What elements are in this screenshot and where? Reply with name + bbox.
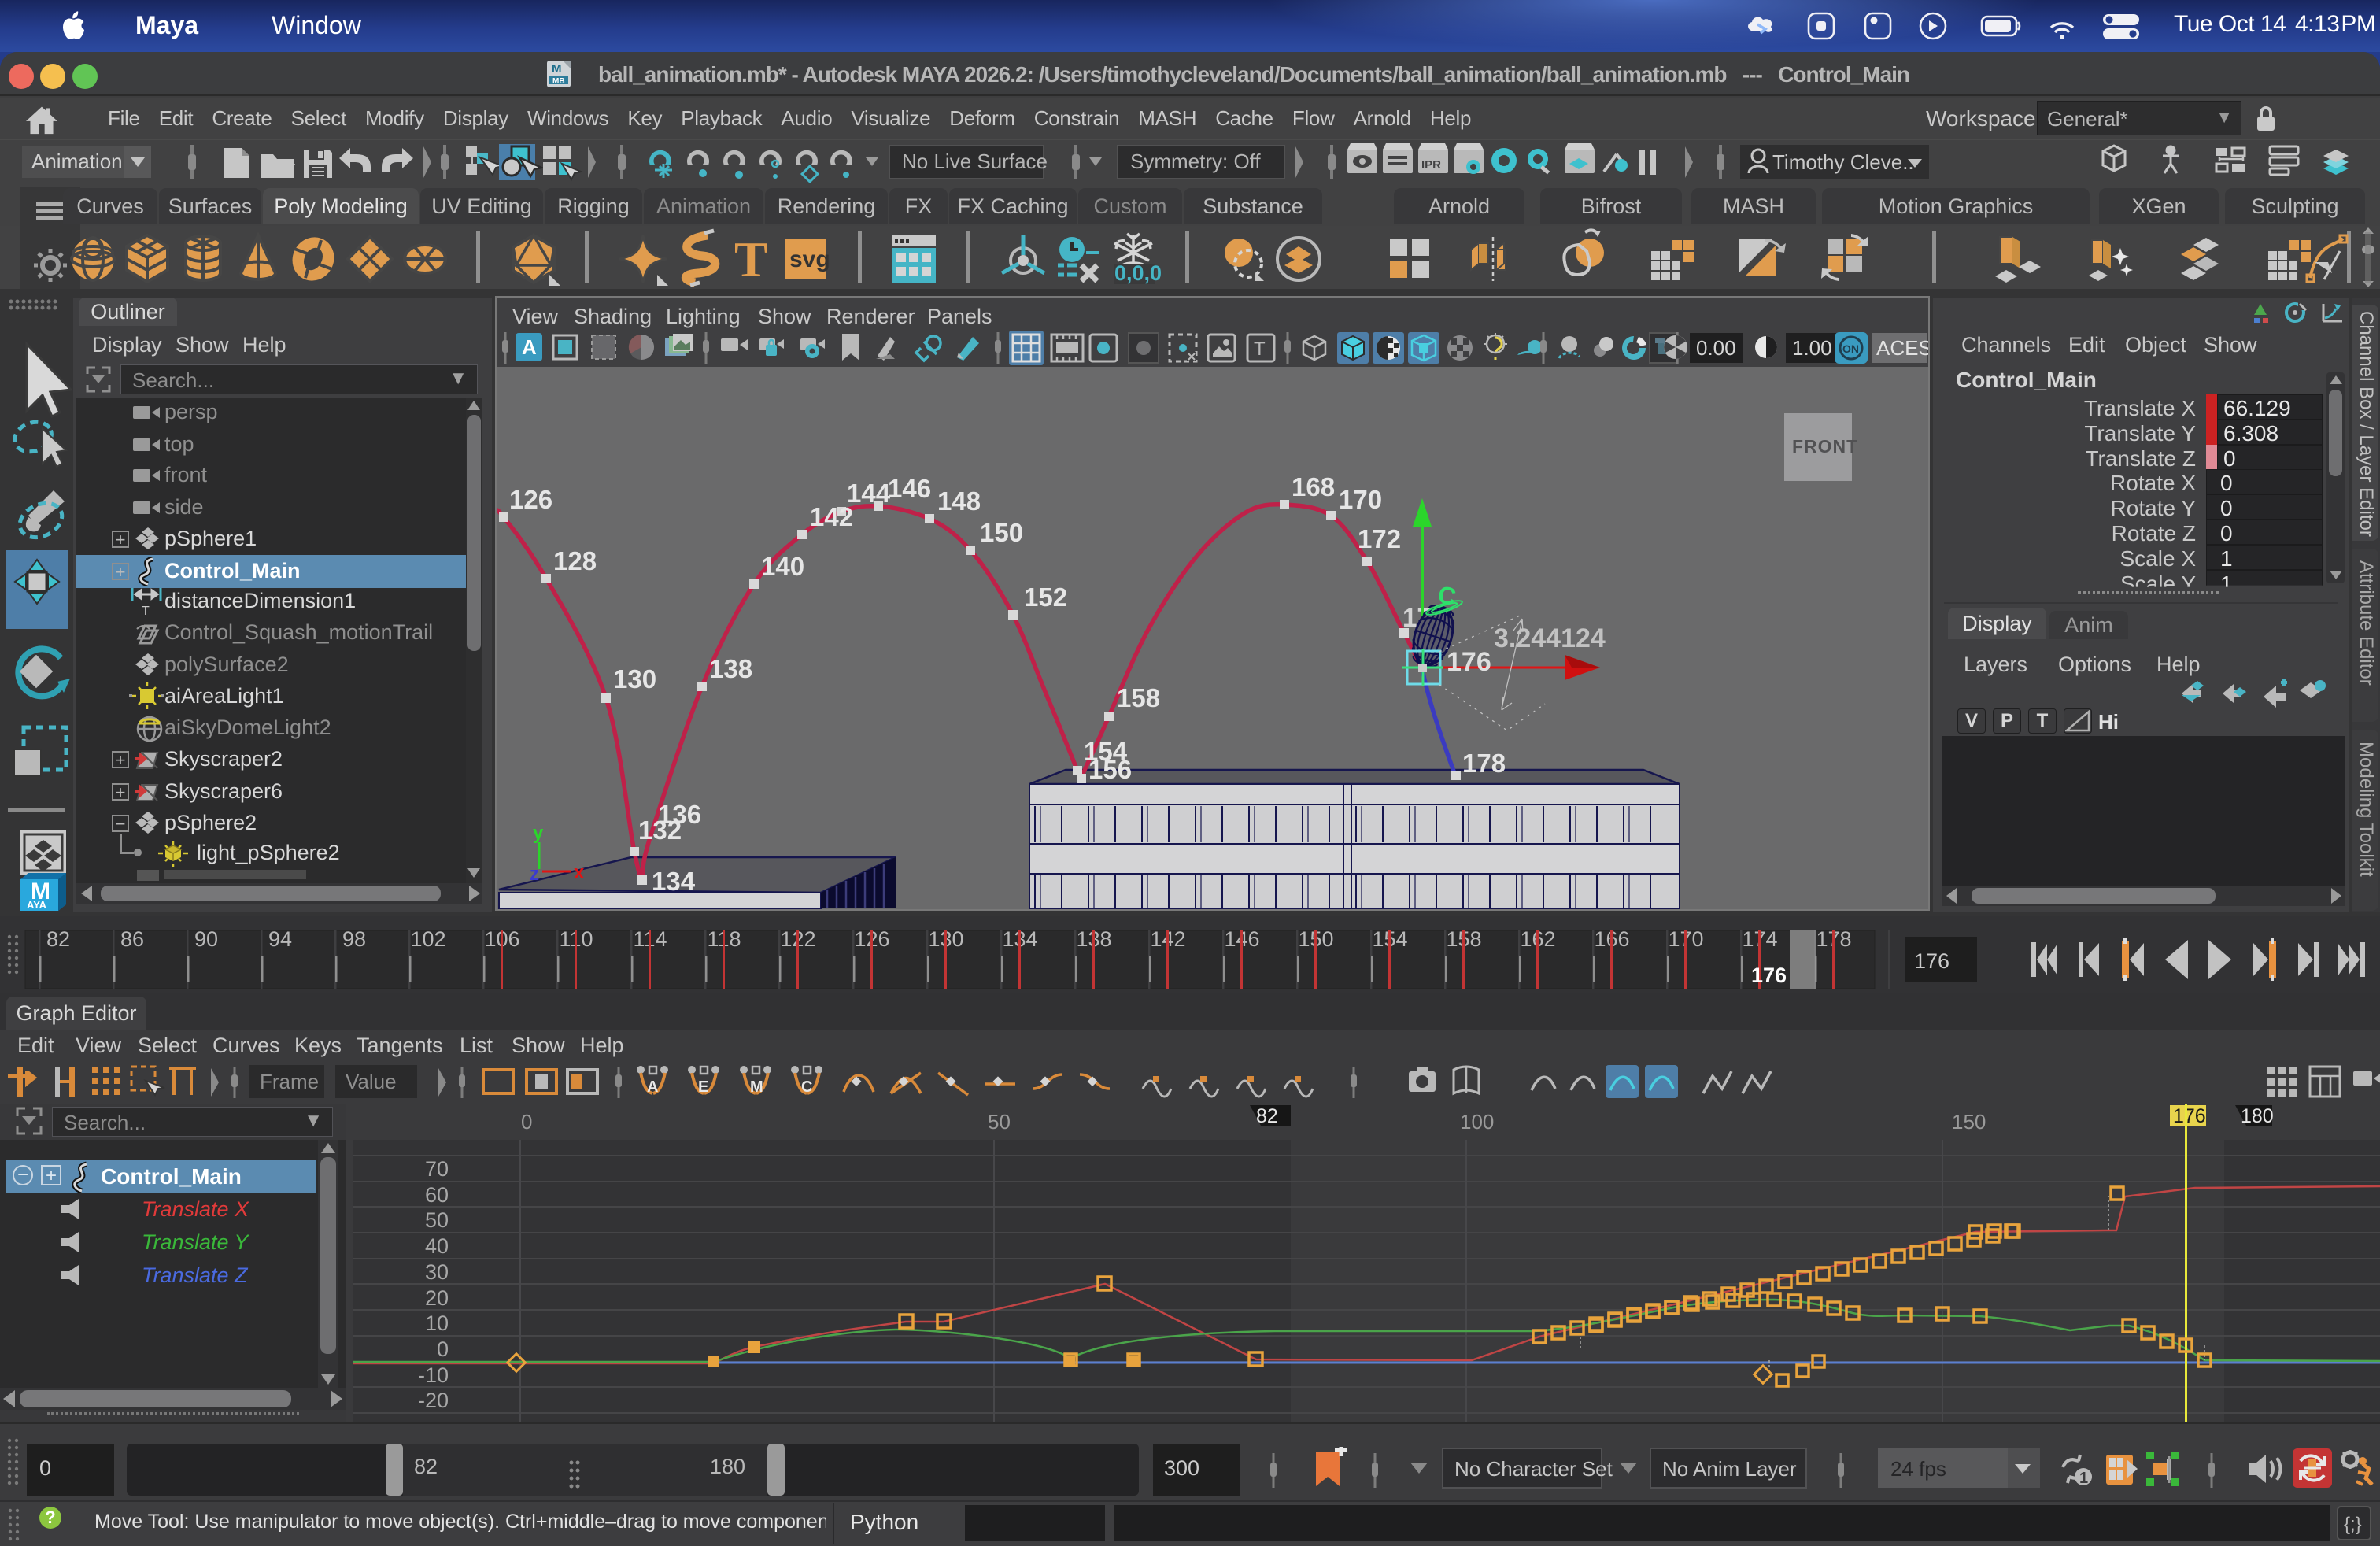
svg-text:3.244124: 3.244124 <box>1494 623 1606 653</box>
svg-text:60: 60 <box>425 1183 449 1207</box>
svg-text:94: 94 <box>268 927 292 951</box>
svg-text:180: 180 <box>2241 1105 2274 1127</box>
svg-text:136: 136 <box>658 800 701 829</box>
svg-text:134: 134 <box>652 867 696 896</box>
svg-text:IPR: IPR <box>1421 158 1441 172</box>
svg-text:140: 140 <box>761 552 804 581</box>
svg-text:ACES: ACES <box>1876 336 1928 360</box>
svg-text:T: T <box>142 605 150 618</box>
svg-text:M: M <box>552 62 562 76</box>
svg-text:No Character Set: No Character Set <box>1454 1457 1613 1481</box>
svg-text:86: 86 <box>120 927 144 951</box>
svg-text:No Live Surface: No Live Surface <box>902 150 1048 173</box>
svg-text:90: 90 <box>194 927 218 951</box>
svg-text:Animation: Animation <box>31 150 123 173</box>
svg-text:0: 0 <box>437 1337 449 1361</box>
svg-text:1.00: 1.00 <box>1792 336 1832 360</box>
svg-text:128: 128 <box>553 546 597 575</box>
svg-text:Symmetry: Off: Symmetry: Off <box>1130 150 1261 173</box>
svg-text:No Anim Layer: No Anim Layer <box>1662 1457 1797 1481</box>
svg-text:168: 168 <box>1292 472 1335 501</box>
svg-text:-20: -20 <box>418 1389 449 1412</box>
svg-text:82: 82 <box>46 927 70 951</box>
svg-text:T: T <box>1254 338 1266 360</box>
svg-text:156: 156 <box>1088 755 1132 784</box>
svg-text:A: A <box>522 335 537 359</box>
svg-text:98: 98 <box>342 927 366 951</box>
svg-text:ON: ON <box>1842 342 1859 355</box>
svg-text:AYA: AYA <box>27 899 47 911</box>
svg-text:178: 178 <box>1462 749 1506 778</box>
svg-text:-10: -10 <box>418 1363 449 1387</box>
svg-text:y: y <box>533 823 544 844</box>
svg-text:172: 172 <box>1358 524 1401 553</box>
svg-text:0: 0 <box>521 1110 532 1134</box>
svg-text:M: M <box>750 1078 763 1096</box>
svg-text:176: 176 <box>2173 1105 2206 1127</box>
svg-text:138: 138 <box>709 654 752 683</box>
svg-text:170: 170 <box>1339 485 1382 514</box>
svg-text:30: 30 <box>425 1260 449 1284</box>
svg-text:E: E <box>698 1078 708 1096</box>
svg-text:150: 150 <box>980 518 1023 547</box>
svg-text:{;}: {;} <box>2344 1514 2362 1535</box>
svg-text:0.00: 0.00 <box>1696 336 1736 360</box>
svg-text:152: 152 <box>1024 583 1067 612</box>
svg-text:MB: MB <box>552 77 565 86</box>
svg-text:50: 50 <box>988 1110 1011 1134</box>
svg-text:z: z <box>530 864 539 885</box>
svg-text:176: 176 <box>1914 949 1949 973</box>
svg-text:C: C <box>801 1078 812 1096</box>
svg-text:50: 50 <box>425 1208 449 1232</box>
svg-text:10: 10 <box>425 1311 449 1335</box>
svg-text:Timothy Cleve..: Timothy Cleve.. <box>1772 150 1914 174</box>
svg-text:A: A <box>647 1078 658 1096</box>
svg-text:176: 176 <box>1751 963 1787 987</box>
svg-text:102: 102 <box>410 927 445 951</box>
svg-text:FRONT: FRONT <box>1792 436 1858 457</box>
svg-text:148: 148 <box>937 486 981 516</box>
svg-text:40: 40 <box>425 1234 449 1258</box>
svg-text:Frame: Frame <box>260 1070 319 1093</box>
svg-text:x: x <box>574 862 585 883</box>
svg-text:20: 20 <box>425 1286 449 1310</box>
svg-text:130: 130 <box>613 664 656 693</box>
svg-text:126: 126 <box>509 485 552 514</box>
svg-text:100: 100 <box>1460 1110 1494 1134</box>
svg-text:146: 146 <box>888 474 931 503</box>
svg-text:70: 70 <box>425 1157 449 1181</box>
svg-text:1: 1 <box>2079 1470 2088 1487</box>
svg-text:176: 176 <box>1447 647 1491 677</box>
svg-text:82: 82 <box>1256 1105 1278 1127</box>
svg-text:24 fps: 24 fps <box>1890 1457 1946 1481</box>
svg-text:158: 158 <box>1117 683 1160 712</box>
svg-text:150: 150 <box>1952 1110 1986 1134</box>
svg-text:Value: Value <box>346 1070 397 1093</box>
svg-text:144: 144 <box>847 479 891 508</box>
